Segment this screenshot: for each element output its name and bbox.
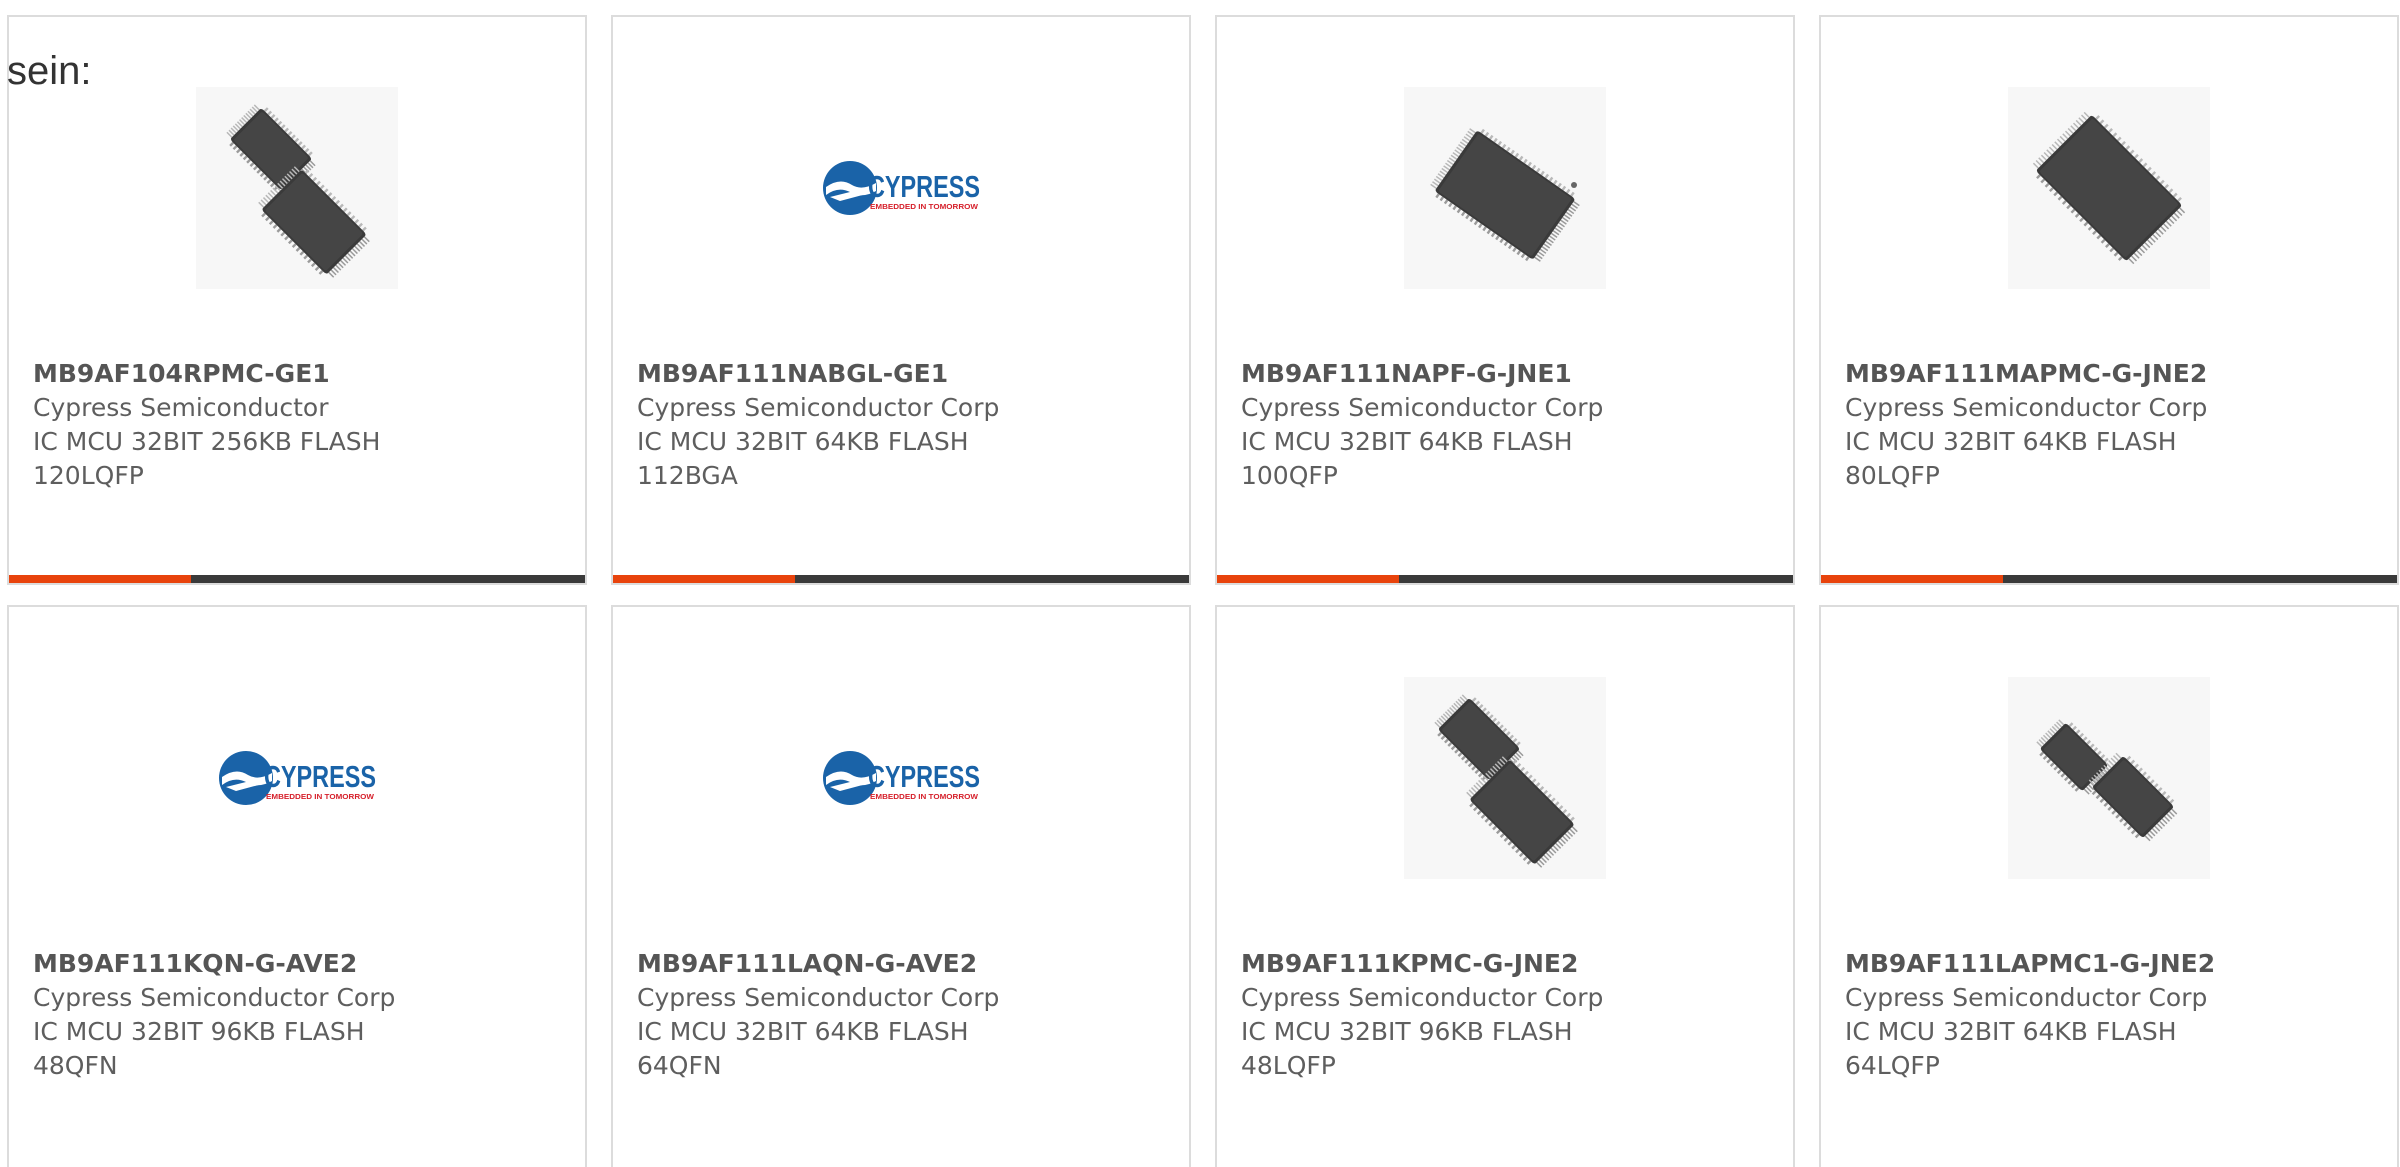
svg-text:EMBEDDED IN TOMORROW: EMBEDDED IN TOMORROW (870, 204, 978, 211)
product-description: IC MCU 32BIT 96KB FLASH 48LQFP (1241, 1017, 1573, 1080)
product-description: IC MCU 32BIT 64KB FLASH 64QFN (637, 1017, 969, 1080)
part-number-link[interactable]: MB9AF111LAPMC1-G-JNE2 (1845, 947, 2365, 981)
card-footer-bar (9, 575, 585, 583)
product-listing-page: sein: MB9AF104RPMC-GE1 Cypress Semicondu… (0, 0, 2400, 1167)
product-image-two-chips[interactable] (2008, 677, 2210, 879)
intro-text: sein: (7, 49, 92, 93)
part-number-link[interactable]: MB9AF111KPMC-G-JNE2 (1241, 947, 1761, 981)
product-description: IC MCU 32BIT 256KB FLASH 120LQFP (33, 427, 381, 490)
part-number-link[interactable]: MB9AF111LAQN-G-AVE2 (637, 947, 1157, 981)
product-image-cypress-logo[interactable]: CYPRESS EMBEDDED IN TOMORROW (800, 87, 1002, 289)
product-card[interactable]: MB9AF111NAPF-G-JNE1 Cypress Semiconducto… (1215, 15, 1795, 585)
manufacturer-name: Cypress Semiconductor Corp (33, 983, 396, 1012)
product-description: IC MCU 32BIT 64KB FLASH 80LQFP (1845, 427, 2177, 490)
part-number-link[interactable]: MB9AF111NABGL-GE1 (637, 357, 1157, 391)
product-image-two-chips[interactable] (196, 87, 398, 289)
product-info: MB9AF111LAQN-G-AVE2 Cypress Semiconducto… (637, 947, 1157, 1083)
product-image-two-chips[interactable] (1404, 677, 1606, 879)
svg-text:EMBEDDED IN TOMORROW: EMBEDDED IN TOMORROW (870, 794, 978, 801)
product-card[interactable]: CYPRESS EMBEDDED IN TOMORROW MB9AF111NABG… (611, 15, 1191, 585)
product-info: MB9AF111MAPMC-G-JNE2 Cypress Semiconduct… (1845, 357, 2365, 493)
product-description: IC MCU 32BIT 64KB FLASH 100QFP (1241, 427, 1573, 490)
product-image-cypress-logo[interactable]: CYPRESS EMBEDDED IN TOMORROW (800, 677, 1002, 879)
product-description: IC MCU 32BIT 64KB FLASH 64LQFP (1845, 1017, 2177, 1080)
manufacturer-name: Cypress Semiconductor Corp (1845, 983, 2208, 1012)
card-footer-accent (9, 575, 191, 583)
product-info: MB9AF111LAPMC1-G-JNE2 Cypress Semiconduc… (1845, 947, 2365, 1083)
product-grid: MB9AF104RPMC-GE1 Cypress Semiconductor I… (7, 15, 2400, 1167)
card-footer-accent (1217, 575, 1399, 583)
product-card[interactable]: MB9AF111KPMC-G-JNE2 Cypress Semiconducto… (1215, 605, 1795, 1167)
product-card[interactable]: CYPRESS EMBEDDED IN TOMORROW MB9AF111KQN-… (7, 605, 587, 1167)
part-number-link[interactable]: MB9AF111KQN-G-AVE2 (33, 947, 553, 981)
product-info: MB9AF104RPMC-GE1 Cypress Semiconductor I… (33, 357, 553, 493)
svg-text:CYPRESS: CYPRESS (264, 759, 376, 794)
svg-text:CYPRESS: CYPRESS (868, 169, 980, 204)
product-card[interactable]: MB9AF111MAPMC-G-JNE2 Cypress Semiconduct… (1819, 15, 2399, 585)
manufacturer-name: Cypress Semiconductor Corp (1241, 393, 1604, 422)
product-image-single-chip[interactable] (2008, 87, 2210, 289)
product-card[interactable]: MB9AF104RPMC-GE1 Cypress Semiconductor I… (7, 15, 587, 585)
svg-text:CYPRESS: CYPRESS (868, 759, 980, 794)
card-footer-accent (613, 575, 795, 583)
card-footer-accent (1821, 575, 2003, 583)
manufacturer-name: Cypress Semiconductor Corp (1241, 983, 1604, 1012)
product-description: IC MCU 32BIT 64KB FLASH 112BGA (637, 427, 969, 490)
product-card[interactable]: CYPRESS EMBEDDED IN TOMORROW MB9AF111LAQN… (611, 605, 1191, 1167)
product-card[interactable]: MB9AF111LAPMC1-G-JNE2 Cypress Semiconduc… (1819, 605, 2399, 1167)
product-info: MB9AF111NAPF-G-JNE1 Cypress Semiconducto… (1241, 357, 1761, 493)
manufacturer-name: Cypress Semiconductor Corp (637, 983, 1000, 1012)
card-footer-bar (613, 575, 1189, 583)
part-number-link[interactable]: MB9AF111MAPMC-G-JNE2 (1845, 357, 2365, 391)
part-number-link[interactable]: MB9AF104RPMC-GE1 (33, 357, 553, 391)
product-image-single-chip[interactable] (1404, 87, 1606, 289)
manufacturer-name: Cypress Semiconductor (33, 393, 329, 422)
product-info: MB9AF111NABGL-GE1 Cypress Semiconductor … (637, 357, 1157, 493)
product-info: MB9AF111KQN-G-AVE2 Cypress Semiconductor… (33, 947, 553, 1083)
part-number-link[interactable]: MB9AF111NAPF-G-JNE1 (1241, 357, 1761, 391)
card-footer-bar (1821, 575, 2397, 583)
product-image-cypress-logo[interactable]: CYPRESS EMBEDDED IN TOMORROW (196, 677, 398, 879)
card-footer-bar (1217, 575, 1793, 583)
manufacturer-name: Cypress Semiconductor Corp (1845, 393, 2208, 422)
product-info: MB9AF111KPMC-G-JNE2 Cypress Semiconducto… (1241, 947, 1761, 1083)
manufacturer-name: Cypress Semiconductor Corp (637, 393, 1000, 422)
svg-text:EMBEDDED IN TOMORROW: EMBEDDED IN TOMORROW (266, 794, 374, 801)
product-description: IC MCU 32BIT 96KB FLASH 48QFN (33, 1017, 365, 1080)
